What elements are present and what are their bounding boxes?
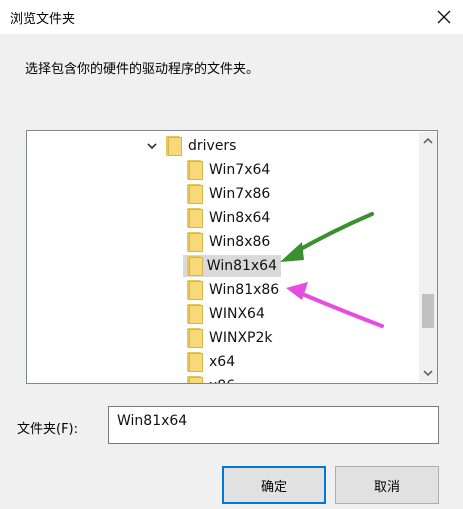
- tree-item-win8x64[interactable]: Win8x64: [187, 207, 270, 229]
- tree-item-label: Win7x64: [209, 162, 271, 178]
- folder-icon: [187, 184, 203, 204]
- scroll-down-button[interactable]: [419, 364, 437, 382]
- instruction-text: 选择包含你的硬件的驱动程序的文件夹。: [25, 62, 260, 77]
- tree-item-x86[interactable]: x86: [187, 375, 235, 383]
- tree-item-label: Win7x86: [209, 186, 271, 202]
- tree-item-winxp2k[interactable]: WINXP2k: [187, 327, 273, 349]
- tree-item-win81x64[interactable]: Win81x64: [183, 255, 281, 277]
- tree-item-label: Win81x64: [206, 258, 277, 274]
- chevron-down-icon: [423, 370, 433, 377]
- tree-item-drivers[interactable]: drivers: [166, 135, 236, 157]
- tree-item-label: WINX64: [209, 306, 265, 322]
- tree-item-x64[interactable]: x64: [187, 351, 235, 373]
- chevron-up-icon: [423, 137, 433, 144]
- folder-icon: [187, 160, 203, 180]
- folder-icon: [187, 280, 203, 300]
- window-title: 浏览文件夹: [10, 12, 76, 27]
- tree-item-label: drivers: [188, 138, 237, 154]
- tree-item-label: x86: [209, 378, 235, 383]
- folder-icon: [187, 232, 203, 252]
- ok-button[interactable]: 确定: [222, 466, 326, 504]
- title-bar: 浏览文件夹: [0, 0, 463, 34]
- tree-item-label: Win81x86: [209, 282, 280, 298]
- chevron-down-icon[interactable]: [145, 139, 159, 153]
- folder-tree[interactable]: drivers Win7x64 Win7x86 Win8x64 Win8x86 …: [26, 130, 438, 384]
- tree-item-win7x86[interactable]: Win7x86: [187, 183, 270, 205]
- tree-item-label: Win8x86: [209, 234, 271, 250]
- tree-scrollbar[interactable]: [419, 132, 437, 382]
- tree-item-winx64[interactable]: WINX64: [187, 303, 265, 325]
- tree-item-label: Win8x64: [209, 210, 271, 226]
- tree-item-label: x64: [209, 354, 236, 370]
- folder-icon: [187, 256, 203, 276]
- close-button[interactable]: [431, 4, 457, 30]
- scroll-up-button[interactable]: [419, 132, 437, 150]
- scroll-thumb[interactable]: [422, 294, 434, 328]
- tree-item-win81x86[interactable]: Win81x86: [187, 279, 279, 301]
- tree-item-win8x86[interactable]: Win8x86: [187, 231, 270, 253]
- folder-icon: [187, 208, 203, 228]
- folder-icon: [187, 328, 203, 348]
- folder-field[interactable]: Win81x64: [108, 406, 439, 444]
- cancel-button[interactable]: 取消: [335, 466, 439, 504]
- folder-icon: [166, 136, 182, 156]
- close-icon: [437, 10, 451, 24]
- folder-field-label: 文件夹(F):: [17, 422, 79, 437]
- folder-icon: [187, 304, 203, 324]
- folder-icon: [187, 352, 203, 372]
- tree-item-label: WINXP2k: [209, 330, 273, 346]
- folder-icon: [187, 376, 203, 383]
- tree-item-win7x64[interactable]: Win7x64: [187, 159, 270, 181]
